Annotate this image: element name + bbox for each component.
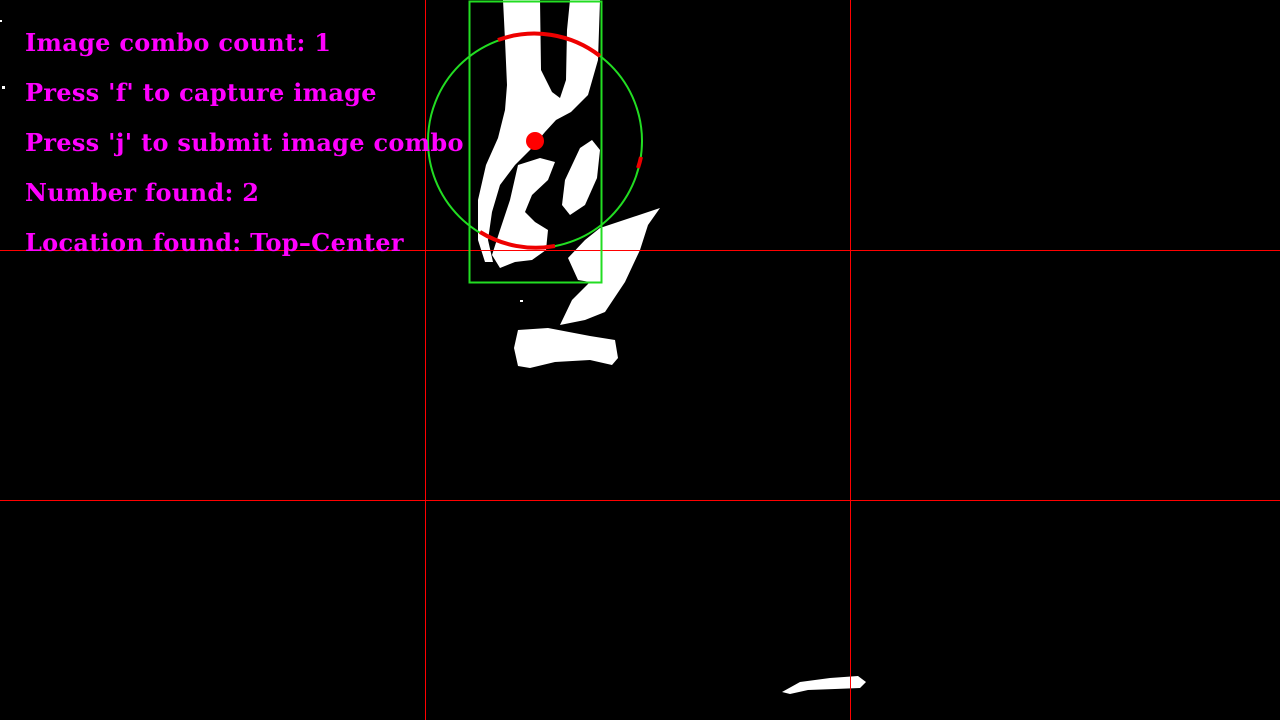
mask-blob-oval [562,140,600,215]
mask-blob-top-left-stroke [478,0,600,262]
submit-hint-label: Press 'j' to submit image combo [25,128,464,157]
center-marker [526,132,544,150]
capture-hint-label: Press 'f' to capture image [25,78,377,107]
grid-lines [0,0,1280,720]
mask-blob-hook [560,208,660,325]
frame-canvas [0,0,1280,720]
mask-speck [520,300,523,302]
camera-frame: Image combo count: 1 Press 'f' to captur… [0,0,1280,720]
number-found-label: Number found: 2 [25,178,260,207]
combo-count-label: Image combo count: 1 [25,28,332,57]
mask-speck [2,86,5,89]
location-found-label: Location found: Top–Center [25,228,404,257]
mask-blob-lower [514,328,618,368]
mask-blob-bottom-streak [782,676,866,694]
detection-arc-right [636,156,643,169]
mask-speck [0,20,2,22]
